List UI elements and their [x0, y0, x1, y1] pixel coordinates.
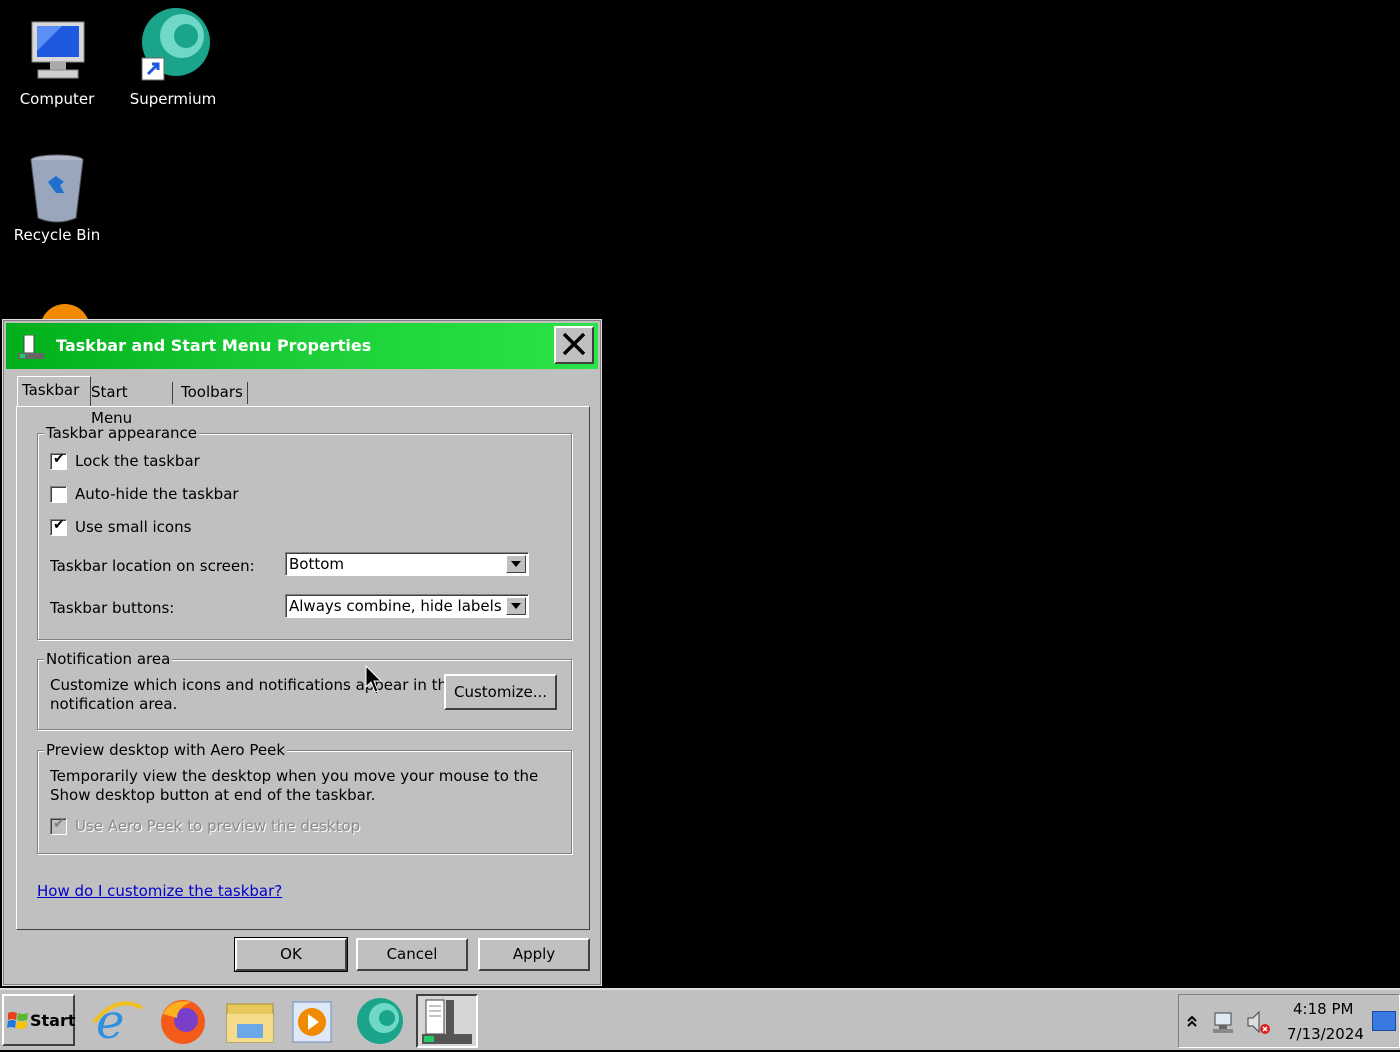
aero-peek-group: Preview desktop with Aero Peek Temporari… — [37, 741, 572, 854]
checkbox-box[interactable] — [50, 517, 67, 536]
tab-separator — [172, 382, 173, 404]
buttons-label: Taskbar buttons: — [50, 599, 175, 617]
tab-label: Taskbar — [22, 381, 80, 399]
desktop-icon-recycle-bin[interactable]: Recycle Bin — [2, 152, 112, 244]
taskbar: Start e 4:18 PM 7/13/2024 — [0, 988, 1400, 1050]
media-player-icon — [292, 1001, 332, 1043]
notification-area-group: Notification area Customize which icons … — [37, 650, 572, 730]
dialog-title: Taskbar and Start Menu Properties — [56, 336, 372, 355]
title-bar[interactable]: Taskbar and Start Menu Properties — [6, 323, 598, 369]
supermium-icon — [357, 998, 403, 1044]
taskbar-properties-icon — [18, 334, 44, 359]
internet-explorer-icon: e — [92, 994, 144, 1050]
checkbox-label: Use Aero Peek to preview the desktop — [75, 817, 361, 835]
taskbar-properties-icon — [422, 999, 472, 1044]
hidden-desktop-icon — [40, 304, 90, 320]
select-value: Bottom — [289, 555, 345, 573]
desktop-icon-label: Recycle Bin — [13, 226, 101, 244]
taskbar-tab-panel: Taskbar appearance Lock the taskbar Auto… — [16, 406, 590, 930]
ok-button[interactable]: OK — [234, 937, 348, 972]
taskbar-properties-dialog: Taskbar and Start Menu Properties Taskba… — [2, 319, 602, 986]
tab-label: Toolbars — [181, 383, 243, 401]
help-link[interactable]: How do I customize the taskbar? — [37, 882, 282, 900]
desktop-icon-label: Computer — [19, 90, 95, 108]
checkbox-box — [50, 816, 67, 835]
mouse-cursor-icon — [365, 665, 383, 693]
taskbar-app-supermium[interactable] — [350, 994, 410, 1048]
file-explorer-icon — [226, 1003, 274, 1043]
auto-hide-checkbox[interactable]: Auto-hide the taskbar — [50, 485, 239, 503]
location-label: Taskbar location on screen: — [50, 557, 255, 575]
show-desktop-button[interactable] — [1372, 1011, 1396, 1031]
notification-text-line1: Customize which icons and notifications … — [50, 676, 457, 694]
clock-time[interactable]: 4:18 PM — [1293, 1000, 1353, 1018]
taskbar-app-taskbar-properties[interactable] — [416, 994, 478, 1048]
taskbar-appearance-group: Taskbar appearance Lock the taskbar Auto… — [37, 424, 572, 640]
aero-peek-checkbox: Use Aero Peek to preview the desktop — [50, 816, 361, 835]
network-icon[interactable] — [1211, 1009, 1237, 1035]
taskbar-app-firefox[interactable] — [153, 994, 213, 1048]
tab-separator — [247, 382, 248, 404]
start-label: Start — [30, 1011, 76, 1030]
checkbox-label: Lock the taskbar — [75, 452, 200, 470]
chevron-down-icon[interactable] — [506, 597, 526, 615]
group-title: Preview desktop with Aero Peek — [44, 741, 288, 759]
windows-logo-icon — [7, 1012, 28, 1029]
location-select[interactable]: Bottom — [285, 552, 529, 576]
clock-date[interactable]: 7/13/2024 — [1287, 1025, 1364, 1043]
chevron-down-icon[interactable] — [506, 555, 526, 573]
checkbox-label: Auto-hide the taskbar — [75, 485, 239, 503]
aero-peek-text-line2: Show desktop button at end of the taskba… — [50, 786, 376, 804]
cancel-button[interactable]: Cancel — [356, 938, 468, 971]
close-icon — [562, 332, 586, 356]
group-title: Notification area — [44, 650, 173, 668]
checkbox-box[interactable] — [50, 486, 67, 503]
lock-taskbar-checkbox[interactable]: Lock the taskbar — [50, 451, 200, 470]
desktop-icon-label: Supermium — [129, 90, 217, 108]
close-button[interactable] — [554, 326, 594, 364]
group-title: Taskbar appearance — [44, 424, 200, 442]
small-icons-checkbox[interactable]: Use small icons — [50, 517, 192, 536]
taskbar-app-media-player[interactable] — [283, 994, 343, 1048]
start-button[interactable]: Start — [2, 994, 76, 1046]
desktop-icon-supermium[interactable]: Supermium — [118, 6, 228, 108]
apply-button[interactable]: Apply — [478, 938, 590, 971]
taskbar-buttons-select[interactable]: Always combine, hide labels — [285, 594, 529, 618]
tab-start-menu[interactable]: Start Menu — [87, 379, 136, 427]
supermium-icon — [138, 6, 210, 86]
checkbox-box[interactable] — [50, 451, 67, 470]
volume-muted-icon[interactable] — [1245, 1008, 1273, 1036]
tab-taskbar[interactable]: Taskbar — [17, 376, 91, 407]
aero-peek-text-line1: Temporarily view the desktop when you mo… — [50, 767, 539, 785]
show-hidden-icons-icon[interactable] — [1185, 1013, 1199, 1029]
checkbox-label: Use small icons — [75, 518, 192, 536]
firefox-icon — [161, 1000, 205, 1044]
taskbar-app-file-explorer[interactable] — [219, 994, 279, 1048]
notification-tray: 4:18 PM 7/13/2024 — [1178, 994, 1400, 1048]
select-value: Always combine, hide labels — [289, 597, 502, 615]
taskbar-app-internet-explorer[interactable]: e — [88, 994, 148, 1050]
tab-toolbars[interactable]: Toolbars — [177, 379, 247, 405]
computer-icon — [22, 16, 92, 86]
customize-button[interactable]: Customize... — [444, 674, 557, 710]
notification-text-line2: notification area. — [50, 695, 178, 713]
desktop-icon-computer[interactable]: Computer — [2, 16, 112, 108]
recycle-bin-icon — [22, 152, 92, 223]
